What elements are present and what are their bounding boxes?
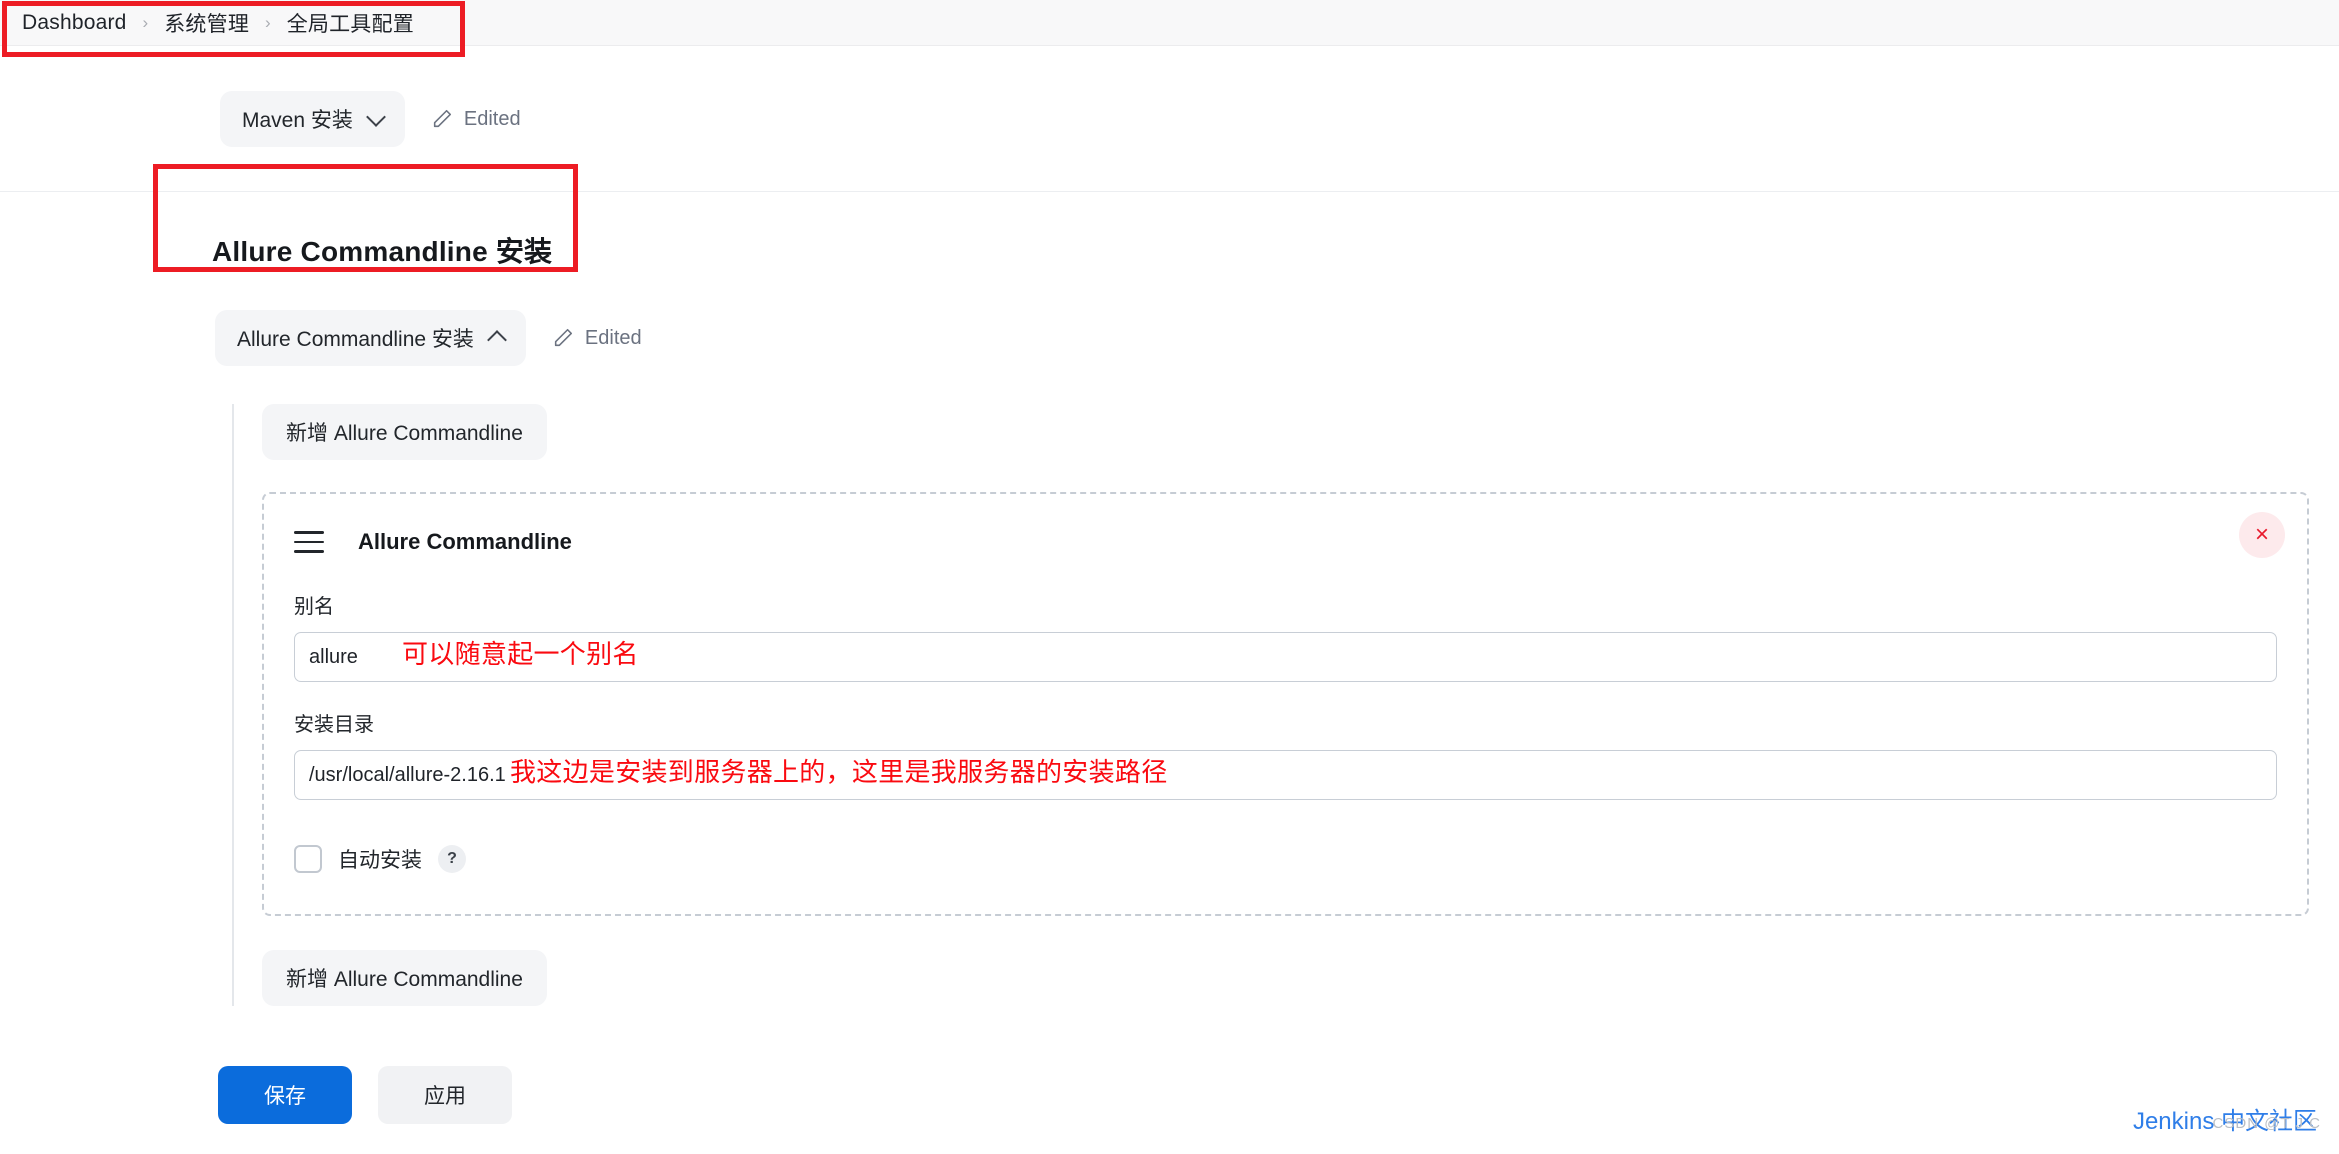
maven-install-toggle-label: Maven 安装	[242, 109, 353, 132]
auto-install-label: 自动安装	[338, 849, 422, 872]
breadcrumb: Dashboard › 系统管理 › 全局工具配置	[0, 0, 2339, 46]
maven-install-toggle[interactable]: Maven 安装	[220, 91, 405, 147]
chevron-down-icon	[365, 106, 386, 127]
maven-edited-label: Edited	[463, 107, 521, 130]
maven-section-header: Maven 安装 Edited	[0, 91, 2339, 147]
maven-edited-badge: Edited	[431, 108, 521, 131]
breadcrumb-separator-icon: ›	[265, 12, 271, 32]
page-root: Dashboard › 系统管理 › 全局工具配置 Maven 安装 Edite…	[0, 0, 2339, 1154]
apply-button[interactable]: 应用	[378, 1066, 512, 1124]
allure-install-toggle[interactable]: Allure Commandline 安装	[215, 310, 526, 366]
form-actions: 保存 应用	[218, 1066, 2339, 1124]
alias-label: 别名	[294, 596, 334, 618]
drag-handle-icon[interactable]	[294, 531, 324, 553]
breadcrumb-item-dashboard[interactable]: Dashboard	[22, 11, 127, 35]
close-icon-glyph: ×	[2254, 521, 2269, 548]
alias-field-group: 别名 可以随意起一个别名	[294, 590, 2277, 682]
allure-commandline-panel: Allure Commandline × 别名 可以随意起一个别名 安装目录 我…	[262, 492, 2309, 916]
install-dir-input[interactable]	[294, 750, 2277, 800]
breadcrumb-separator-icon: ›	[142, 12, 149, 32]
allure-section-body: 新增 Allure Commandline Allure Commandline…	[232, 404, 2313, 1006]
allure-commandline-panel-title: Allure Commandline	[358, 529, 572, 554]
breadcrumb-item-system-management[interactable]: 系统管理	[164, 8, 249, 38]
section-divider	[0, 191, 2339, 192]
breadcrumb-item-global-tool-config[interactable]: 全局工具配置	[287, 8, 414, 38]
auto-install-row: 自动安装 ?	[294, 844, 2277, 874]
allure-edited-badge: Edited	[552, 327, 642, 350]
close-icon[interactable]: ×	[2239, 512, 2285, 558]
install-dir-field-group: 安装目录 我这边是安装到服务器上的，这里是我服务器的安装路径	[294, 708, 2277, 800]
chevron-up-icon	[487, 330, 507, 350]
pencil-icon	[552, 327, 574, 349]
allure-commandline-panel-header: Allure Commandline	[294, 520, 2277, 564]
allure-section-header: Allure Commandline 安装 Edited	[0, 310, 2339, 366]
page-title: Allure Commandline 安装	[212, 236, 553, 267]
main-content: Maven 安装 Edited Allure Commandline 安装 Al…	[0, 46, 2339, 1124]
add-allure-commandline-button-bottom[interactable]: 新增 Allure Commandline	[262, 950, 547, 1006]
watermark-csdn: CSDN @T J C	[2212, 1115, 2321, 1132]
save-button[interactable]: 保存	[218, 1066, 352, 1124]
add-allure-commandline-button-top[interactable]: 新增 Allure Commandline	[262, 404, 547, 460]
help-icon[interactable]: ?	[438, 845, 466, 873]
pencil-icon	[431, 108, 453, 130]
install-dir-label: 安装目录	[294, 714, 374, 736]
allure-edited-label: Edited	[584, 326, 642, 349]
auto-install-checkbox[interactable]	[294, 845, 322, 873]
alias-input[interactable]	[294, 632, 2277, 682]
allure-install-toggle-label: Allure Commandline 安装	[237, 328, 474, 351]
